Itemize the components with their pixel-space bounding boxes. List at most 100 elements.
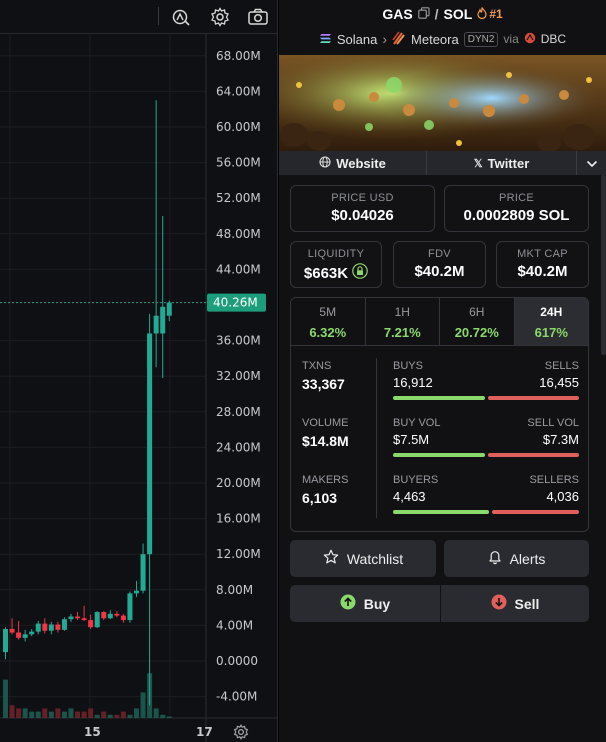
buyers-value: 4,463 bbox=[393, 489, 426, 504]
candle-body bbox=[140, 554, 146, 591]
chart-settings-icon[interactable] bbox=[232, 723, 250, 741]
volume-bar bbox=[160, 714, 166, 718]
price-native-label: PRICE bbox=[498, 192, 535, 204]
more-links-button[interactable] bbox=[577, 151, 606, 175]
y-axis-tick-label: 52.00M bbox=[216, 191, 261, 205]
y-axis-tick-label: 32.00M bbox=[216, 369, 261, 383]
price-native-box: PRICE 0.0002809 SOL bbox=[444, 185, 589, 232]
lock-icon[interactable] bbox=[352, 263, 368, 283]
candle-body bbox=[153, 315, 159, 334]
trending-rank[interactable]: #1 bbox=[477, 6, 503, 22]
dex-name[interactable]: Meteora bbox=[411, 32, 459, 47]
buys-label: BUYS bbox=[393, 360, 423, 372]
alerts-label: Alerts bbox=[509, 550, 546, 567]
twitter-label: Twitter bbox=[487, 155, 530, 171]
copy-icon[interactable] bbox=[417, 6, 430, 22]
buy-vol-bar bbox=[393, 453, 486, 457]
buyvol-sellvol-bar bbox=[393, 453, 579, 457]
volume-bar bbox=[88, 708, 94, 718]
y-axis-tick-label: -4.00M bbox=[216, 690, 257, 704]
trade-stats: TXNS 33,367 VOLUME $14.8M MAKERS 6,103 B… bbox=[290, 346, 589, 532]
candle-body bbox=[94, 612, 100, 628]
sell-button[interactable]: Sell bbox=[441, 585, 589, 622]
globe-icon bbox=[319, 155, 331, 171]
volume-bar bbox=[101, 711, 107, 718]
twitter-button[interactable]: 𝕏 Twitter bbox=[427, 151, 577, 175]
alerts-button[interactable]: Alerts bbox=[444, 540, 589, 577]
buyers-label: BUYERS bbox=[393, 474, 439, 486]
x-axis-tick-label: 15 bbox=[84, 725, 101, 739]
y-axis-tick-label: 68.00M bbox=[216, 49, 261, 63]
current-price-label: 40.26M bbox=[213, 296, 258, 310]
stats-divider bbox=[376, 358, 377, 518]
launchpad-name[interactable]: DBC bbox=[541, 32, 566, 46]
volume-bar bbox=[3, 679, 8, 718]
candle-body bbox=[75, 616, 81, 619]
tab-1h[interactable]: 1H 7.21% bbox=[366, 298, 440, 345]
chevron-right-icon: › bbox=[382, 31, 388, 47]
y-axis-tick-label: 60.00M bbox=[216, 120, 261, 134]
volume-bar bbox=[29, 711, 35, 718]
makers-value: 6,103 bbox=[302, 490, 338, 506]
timeframe-tabs: 5M 6.32% 1H 7.21% 6H 20.72% 24H 617% bbox=[290, 297, 589, 346]
candle-body bbox=[147, 333, 153, 555]
sell-vol-value: $7.3M bbox=[542, 432, 579, 447]
candle-body bbox=[88, 620, 94, 628]
candle-body bbox=[160, 306, 166, 334]
volume-bar bbox=[120, 711, 126, 718]
txns-stat: TXNS 33,367 bbox=[302, 360, 345, 392]
bell-icon bbox=[488, 549, 502, 568]
y-axis-tick-label: 56.00M bbox=[216, 156, 261, 170]
buys-sells-stat: BUYS SELLS 16,912 16,455 bbox=[393, 360, 579, 410]
y-axis-tick-label: 20.00M bbox=[216, 476, 261, 490]
buyers-sellers-stat: BUYERS SELLERS 4,463 4,036 bbox=[393, 474, 579, 524]
y-axis-tick-label: 4.00M bbox=[216, 618, 253, 632]
sells-label: SELLS bbox=[544, 360, 579, 372]
candle-body bbox=[22, 634, 28, 638]
chain-name[interactable]: Solana bbox=[337, 32, 377, 47]
sellers-label: SELLERS bbox=[529, 474, 579, 486]
volume-bar bbox=[16, 708, 22, 718]
volume-bar bbox=[94, 714, 100, 718]
market-cap-value: $40.2M bbox=[517, 263, 568, 280]
token-banner-image bbox=[279, 55, 606, 151]
sells-value: 16,455 bbox=[539, 375, 579, 390]
candle-body bbox=[166, 302, 172, 316]
candle-body bbox=[9, 628, 15, 633]
camera-icon[interactable] bbox=[247, 6, 269, 28]
panel-scrollbar[interactable] bbox=[601, 175, 606, 355]
price-chart[interactable]: 68.00M 64.00M 60.00M 56.00M 52.00M 48.00M 44.0… bbox=[0, 34, 278, 742]
volume-bar bbox=[68, 708, 74, 718]
txns-label: TXNS bbox=[302, 360, 332, 372]
liquidity-label: LIQUIDITY bbox=[307, 248, 365, 260]
indicator-icon[interactable] bbox=[170, 6, 192, 28]
candle-body bbox=[114, 613, 120, 616]
tab-1h-change: 7.21% bbox=[383, 325, 421, 340]
tab-24h[interactable]: 24H 617% bbox=[514, 298, 588, 345]
watchlist-button[interactable]: Watchlist bbox=[290, 540, 436, 577]
arrow-down-circle-icon bbox=[491, 594, 507, 613]
flame-icon bbox=[477, 6, 487, 22]
chart-pane: 68.00M 64.00M 60.00M 56.00M 52.00M 48.00M 44.0… bbox=[0, 0, 278, 742]
price-native-value: 0.0002809 SOL bbox=[463, 207, 570, 224]
volume-bar bbox=[22, 708, 28, 718]
buy-button[interactable]: Buy bbox=[290, 585, 440, 622]
toolbar-separator bbox=[158, 7, 159, 25]
candle-body bbox=[48, 624, 54, 631]
liquidity-value: $663K bbox=[303, 264, 349, 282]
quote-symbol: SOL bbox=[443, 6, 473, 22]
tab-5m[interactable]: 5M 6.32% bbox=[291, 298, 366, 345]
watchlist-label: Watchlist bbox=[346, 550, 404, 567]
fdv-label: FDV bbox=[428, 248, 451, 260]
volume-bar bbox=[9, 705, 15, 718]
website-button[interactable]: Website bbox=[279, 151, 427, 175]
gear-icon[interactable] bbox=[209, 6, 231, 28]
tab-6h[interactable]: 6H 20.72% bbox=[440, 298, 515, 345]
sells-bar bbox=[488, 396, 579, 400]
price-usd-value: $0.04026 bbox=[331, 207, 394, 224]
makers-stat: MAKERS 6,103 bbox=[302, 474, 348, 506]
txns-value: 33,367 bbox=[302, 376, 345, 392]
volume-bar bbox=[166, 716, 172, 718]
fdv-value: $40.2M bbox=[414, 263, 465, 280]
tab-6h-label: 6H bbox=[469, 305, 485, 319]
